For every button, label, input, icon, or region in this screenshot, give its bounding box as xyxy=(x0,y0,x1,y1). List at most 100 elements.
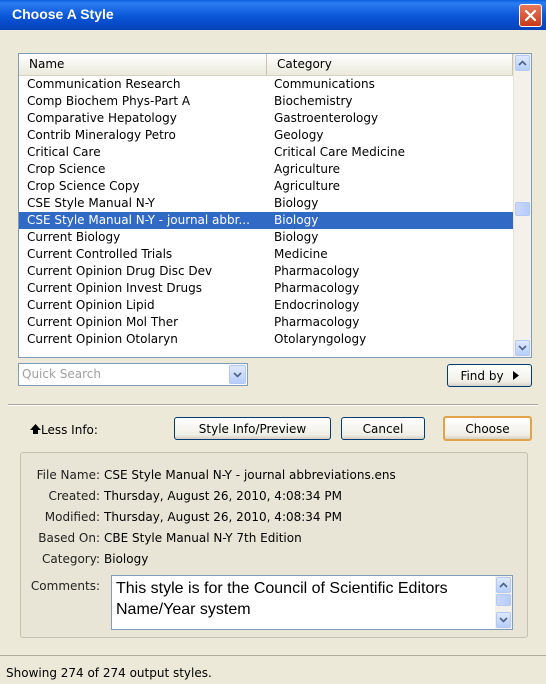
style-info-preview-button[interactable]: Style Info/Preview xyxy=(174,417,331,440)
triangle-right-icon xyxy=(512,371,519,380)
row-category: Biochemistry xyxy=(274,94,353,108)
list-rows: Communication Research Communications Comp… xyxy=(19,76,513,348)
category-row: Category: Biology xyxy=(21,550,511,568)
list-row[interactable]: Crop Science Agriculture xyxy=(19,161,513,178)
row-category: Pharmacology xyxy=(274,264,360,278)
category-label: Category: xyxy=(42,552,100,566)
list-row[interactable]: Current Opinion Mol Ther Pharmacology xyxy=(19,314,513,331)
list-row[interactable]: Comp Biochem Phys-Part A Biochemistry xyxy=(19,93,513,110)
created-value: Thursday, August 26, 2010, 4:08:34 PM xyxy=(104,489,342,503)
column-header-category-label: Category xyxy=(277,57,332,71)
less-info-label: Less Info: xyxy=(41,423,98,437)
row-category: Critical Care Medicine xyxy=(274,145,405,159)
column-header-category[interactable]: Category xyxy=(267,54,513,75)
quick-search-combo[interactable]: Quick Search xyxy=(18,363,248,386)
row-name: Communication Research xyxy=(27,77,181,91)
modified-row: Modified: Thursday, August 26, 2010, 4:0… xyxy=(21,508,511,526)
based-on-value: CBE Style Manual N-Y 7th Edition xyxy=(104,531,302,545)
modified-label: Modified: xyxy=(44,510,100,524)
row-name: Current Opinion Mol Ther xyxy=(27,315,179,329)
chevron-down-icon xyxy=(233,371,242,378)
row-name: Current Controlled Trials xyxy=(27,247,173,261)
list-row[interactable]: Current Opinion Drug Disc Dev Pharmacolog… xyxy=(19,263,513,280)
category-value: Biology xyxy=(104,552,149,566)
close-button[interactable] xyxy=(519,4,542,27)
row-name: Contrib Mineralogy Petro xyxy=(27,128,176,142)
list-scrollbar[interactable] xyxy=(513,54,531,357)
row-name: Comparative Hepatology xyxy=(27,111,177,125)
chevron-down-icon xyxy=(518,345,527,351)
list-row[interactable]: Crop Science Copy Agriculture xyxy=(19,178,513,195)
comments-scroll-up-button[interactable] xyxy=(496,577,511,593)
comments-scrollbar[interactable] xyxy=(495,576,512,629)
row-name: Current Opinion Lipid xyxy=(27,298,155,312)
row-category: Endocrinology xyxy=(274,298,360,312)
quick-search-placeholder: Quick Search xyxy=(22,367,101,381)
row-name: Current Biology xyxy=(27,230,121,244)
comments-scroll-thumb[interactable] xyxy=(496,594,511,606)
comments-scroll-down-button[interactable] xyxy=(496,612,511,628)
style-info-panel: File Name: CSE Style Manual N-Y - journa… xyxy=(20,452,528,638)
row-category: Otolaryngology xyxy=(274,332,367,346)
row-category: Pharmacology xyxy=(274,315,360,329)
list-row[interactable]: Current Opinion Lipid Endocrinology xyxy=(19,297,513,314)
scroll-down-button[interactable] xyxy=(515,340,530,356)
list-row[interactable]: CSE Style Manual N-Y Biology xyxy=(19,195,513,212)
quick-search-dropdown-button[interactable] xyxy=(229,365,246,384)
window-title: Choose A Style xyxy=(12,6,114,22)
comments-label: Comments: xyxy=(30,579,100,593)
find-by-label: Find by xyxy=(460,368,504,383)
list-row-selected[interactable]: CSE Style Manual N-Y - journal abbr... Bi… xyxy=(19,212,513,229)
row-category: Agriculture xyxy=(274,179,340,193)
row-category: Biology xyxy=(274,213,319,227)
based-on-row: Based On: CBE Style Manual N-Y 7th Editi… xyxy=(21,529,511,547)
row-name: Current Opinion Drug Disc Dev xyxy=(27,264,213,278)
list-row[interactable]: Comparative Hepatology Gastroenterology xyxy=(19,110,513,127)
status-text: Showing 274 of 274 output styles. xyxy=(6,666,212,680)
column-header-name-label: Name xyxy=(29,57,65,71)
row-category: Medicine xyxy=(274,247,328,261)
choose-label: Choose xyxy=(465,421,510,436)
cancel-label: Cancel xyxy=(362,421,404,436)
row-name: Comp Biochem Phys-Part A xyxy=(27,94,191,108)
title-bar: Choose A Style xyxy=(0,0,546,30)
created-row: Created: Thursday, August 26, 2010, 4:08… xyxy=(21,487,511,505)
list-row[interactable]: Current Controlled Trials Medicine xyxy=(19,246,513,263)
list-row[interactable]: Current Opinion Otolaryn Otolaryngology xyxy=(19,331,513,348)
find-by-button[interactable]: Find by xyxy=(447,364,532,387)
scroll-up-button[interactable] xyxy=(515,55,530,71)
file-name-row: File Name: CSE Style Manual N-Y - journa… xyxy=(21,466,511,484)
column-header-name[interactable]: Name xyxy=(19,54,267,75)
row-category: Geology xyxy=(274,128,324,142)
modified-value: Thursday, August 26, 2010, 4:08:34 PM xyxy=(104,510,342,524)
row-name: CSE Style Manual N-Y - journal abbr... xyxy=(27,213,250,227)
style-list[interactable]: Name Category Communication Research Comm… xyxy=(18,53,532,358)
close-icon xyxy=(524,9,537,22)
list-row[interactable]: Critical Care Critical Care Medicine xyxy=(19,144,513,161)
row-name: Crop Science Copy xyxy=(27,179,140,193)
row-category: Pharmacology xyxy=(274,281,360,295)
list-row[interactable]: Current Opinion Invest Drugs Pharmacology xyxy=(19,280,513,297)
comments-textarea[interactable]: This style is for the Council of Scienti… xyxy=(111,575,513,630)
chevron-up-icon xyxy=(518,60,527,66)
row-category: Agriculture xyxy=(274,162,340,176)
row-name: Critical Care xyxy=(27,145,101,159)
file-name-label: File Name: xyxy=(36,468,100,482)
list-row[interactable]: Contrib Mineralogy Petro Geology xyxy=(19,127,513,144)
row-name: Current Opinion Invest Drugs xyxy=(27,281,203,295)
row-name: Crop Science xyxy=(27,162,106,176)
row-category: Communications xyxy=(274,77,375,91)
list-row[interactable]: Communication Research Communications xyxy=(19,76,513,93)
status-bar: Showing 274 of 274 output styles. xyxy=(0,655,546,680)
scroll-thumb[interactable] xyxy=(515,202,530,216)
based-on-label: Based On: xyxy=(38,531,100,545)
created-label: Created: xyxy=(48,489,100,503)
row-name: Current Opinion Otolaryn xyxy=(27,332,178,346)
choose-button[interactable]: Choose xyxy=(443,416,532,441)
chevron-down-icon xyxy=(499,617,508,623)
cancel-button[interactable]: Cancel xyxy=(341,417,425,440)
file-name-value: CSE Style Manual N-Y - journal abbreviat… xyxy=(104,468,396,482)
row-category: Biology xyxy=(274,230,319,244)
row-category: Biology xyxy=(274,196,319,210)
list-row[interactable]: Current Biology Biology xyxy=(19,229,513,246)
